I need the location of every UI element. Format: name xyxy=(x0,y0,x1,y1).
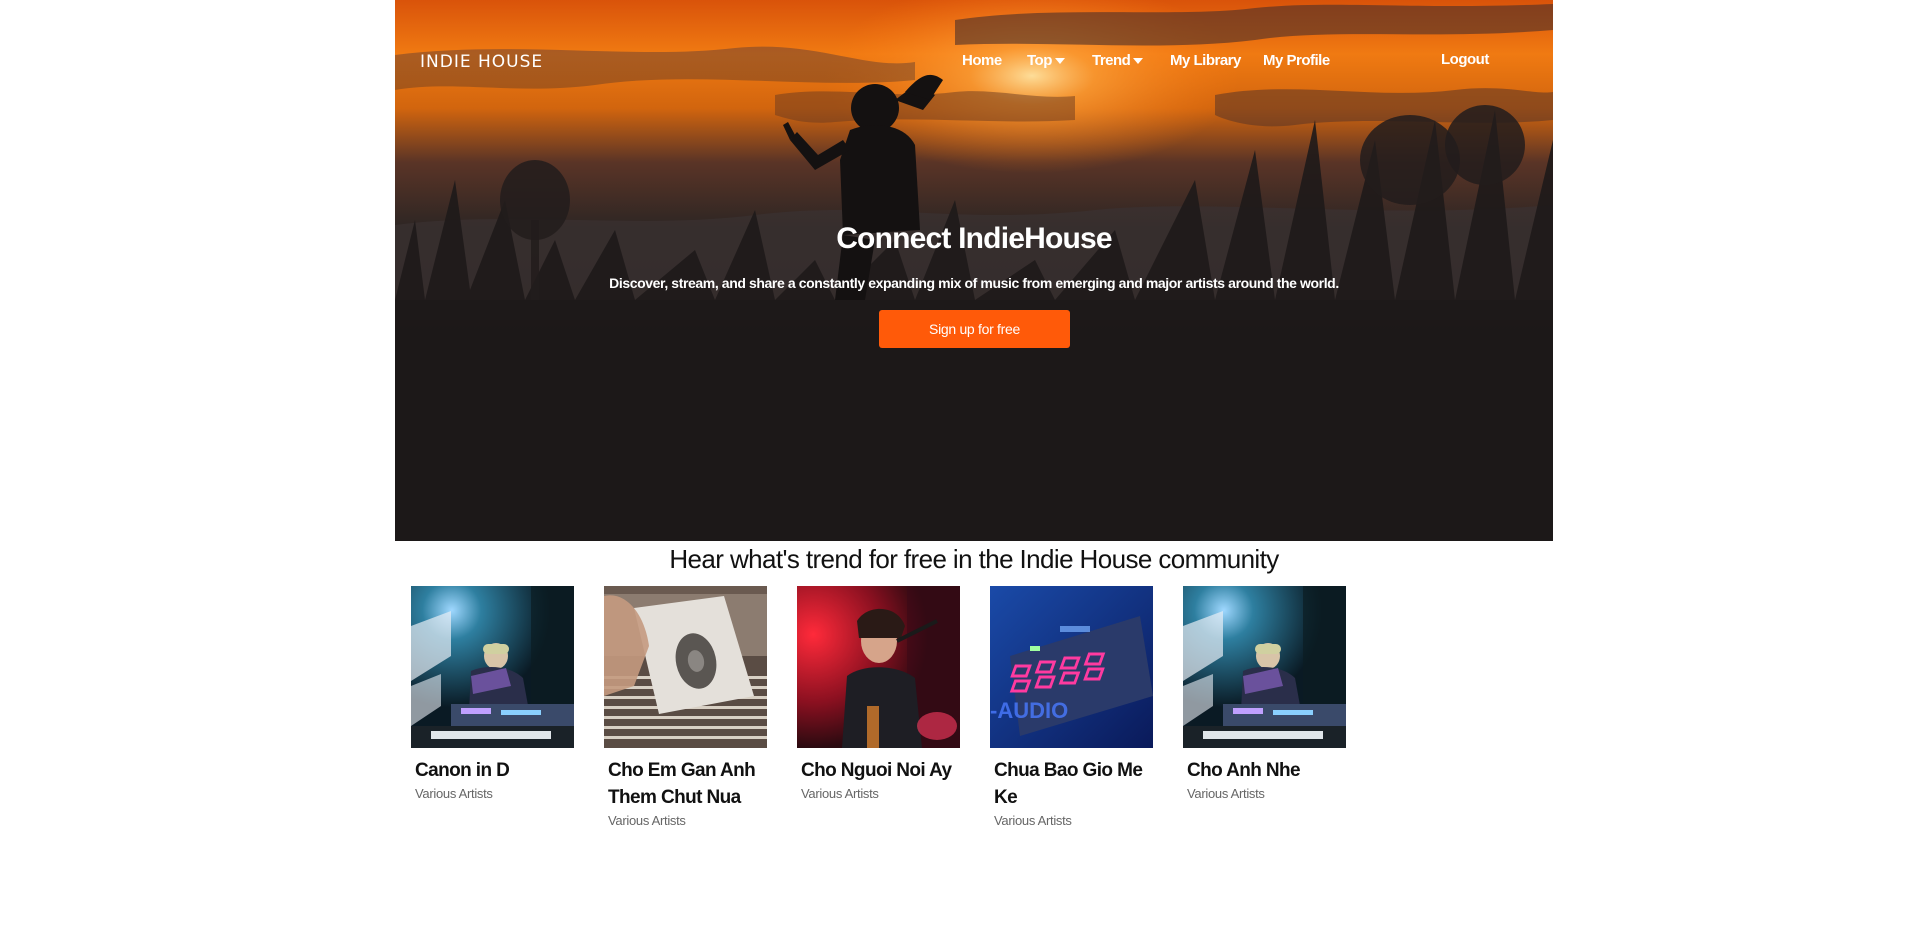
hero-subtitle: Discover, stream, and share a constantly… xyxy=(609,275,1339,291)
nav-trend-dropdown[interactable]: Trend xyxy=(1092,52,1144,69)
nav-trend-label: Trend xyxy=(1092,52,1131,69)
track-title[interactable]: Chua Bao Gio Me Ke xyxy=(990,757,1154,811)
track-title[interactable]: Cho Nguoi Noi Ay xyxy=(797,757,961,784)
track-artist[interactable]: Various Artists xyxy=(1183,786,1353,801)
svg-text:-AUDIO: -AUDIO xyxy=(990,698,1068,723)
main-nav: Home Top Trend My Library My Profile Log… xyxy=(395,51,1553,76)
nav-my-profile[interactable]: My Profile xyxy=(1263,52,1330,69)
caret-down-icon xyxy=(1054,58,1065,64)
track-artist[interactable]: Various Artists xyxy=(604,813,774,828)
track-title[interactable]: Cho Em Gan Anh Them Chut Nua xyxy=(604,757,768,811)
track-card[interactable]: Cho Em Gan Anh Them Chut Nua Various Art… xyxy=(604,586,774,828)
track-card[interactable]: -AUDIO Chua Bao Gio Me Ke Various Artist… xyxy=(990,586,1160,828)
album-cover-midi-pad-image[interactable]: -AUDIO xyxy=(990,586,1153,748)
hero-title: Connect IndieHouse xyxy=(836,222,1112,255)
track-artist[interactable]: Various Artists xyxy=(411,786,581,801)
nav-top-label: Top xyxy=(1027,52,1052,69)
album-cover-dj-image[interactable] xyxy=(1183,586,1346,748)
track-card[interactable]: Cho Nguoi Noi Ay Various Artists xyxy=(797,586,967,801)
track-card[interactable]: Cho Anh Nhe Various Artists xyxy=(1183,586,1353,801)
signup-button[interactable]: Sign up for free xyxy=(879,310,1070,348)
track-title[interactable]: Cho Anh Nhe xyxy=(1183,757,1347,784)
album-cover-singer-image[interactable] xyxy=(797,586,960,748)
nav-my-library[interactable]: My Library xyxy=(1170,52,1241,69)
album-cover-dj-image[interactable] xyxy=(411,586,574,748)
page: INDIE HOUSE Home Top Trend My Library My… xyxy=(0,0,1920,937)
track-artist[interactable]: Various Artists xyxy=(797,786,967,801)
hero-banner: INDIE HOUSE Home Top Trend My Library My… xyxy=(395,0,1553,541)
track-title[interactable]: Canon in D xyxy=(411,757,575,784)
logout-link[interactable]: Logout xyxy=(1441,51,1489,68)
nav-top-dropdown[interactable]: Top xyxy=(1027,52,1065,69)
nav-home[interactable]: Home xyxy=(962,52,1002,69)
track-card[interactable]: Canon in D Various Artists xyxy=(411,586,581,801)
caret-down-icon xyxy=(1133,58,1144,64)
trending-heading: Hear what's trend for free in the Indie … xyxy=(669,544,1279,574)
hero-background-image xyxy=(395,0,1553,541)
track-artist[interactable]: Various Artists xyxy=(990,813,1160,828)
album-cover-vinyl-records-image[interactable] xyxy=(604,586,767,748)
